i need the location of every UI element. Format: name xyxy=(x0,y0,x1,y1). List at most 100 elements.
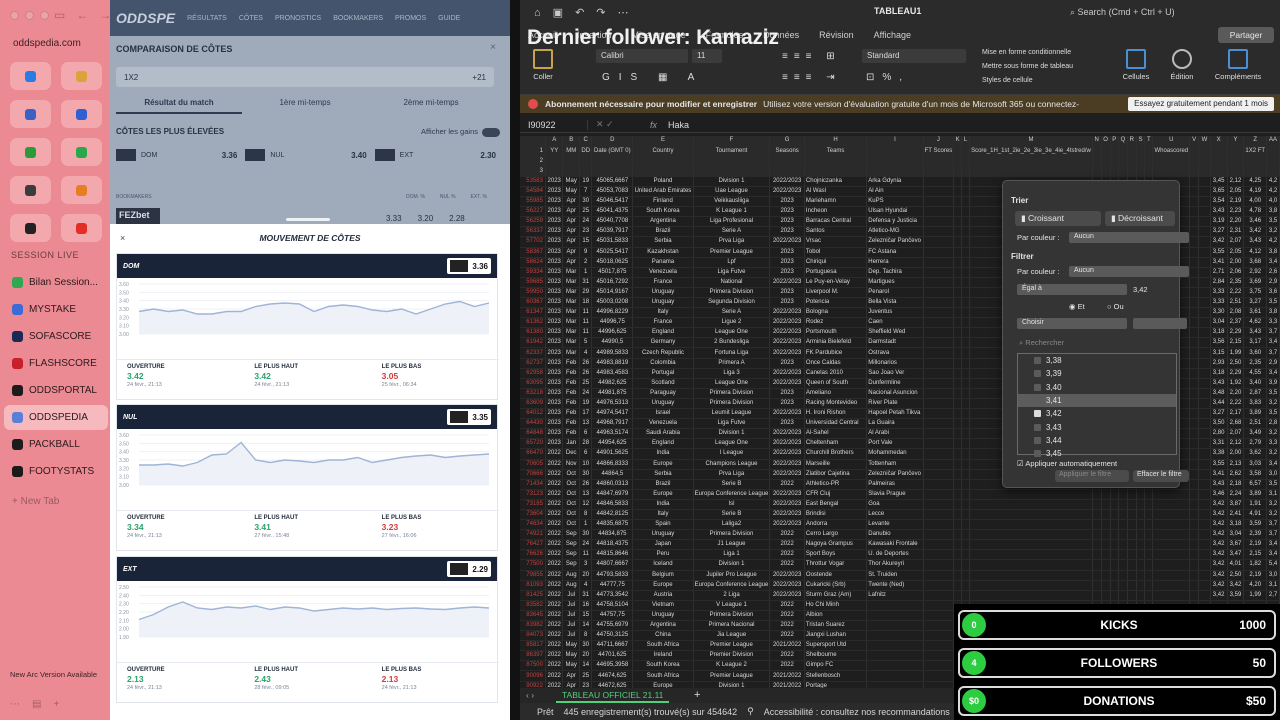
grid-cell[interactable]: 2023 xyxy=(545,226,564,238)
grid-cell[interactable] xyxy=(1198,519,1211,531)
grid-cell[interactable]: Serie B xyxy=(693,509,771,521)
grid-cell[interactable]: 2,06 xyxy=(1227,267,1245,278)
grid-cell[interactable] xyxy=(1198,317,1211,329)
grid-cell[interactable]: 3,58 xyxy=(1243,469,1268,480)
header-cell[interactable] xyxy=(1266,156,1280,167)
grid-cell[interactable]: 2,84 xyxy=(1210,277,1228,288)
grid-cell[interactable]: Germany xyxy=(632,337,694,349)
grid-cell[interactable]: Oct xyxy=(562,469,581,480)
grid-cell[interactable] xyxy=(1144,489,1154,500)
accessibility-icon[interactable]: ⚲ xyxy=(747,706,754,717)
grid-cell[interactable]: 3,83 xyxy=(1243,398,1268,410)
grid-cell[interactable]: 3,43 xyxy=(1210,206,1228,218)
grid-cell[interactable] xyxy=(923,681,955,688)
grid-cell[interactable]: K League 2 xyxy=(693,660,771,672)
grid-cell[interactable]: Jul xyxy=(562,630,581,642)
grid-cell[interactable]: 44974,5417 xyxy=(591,408,634,420)
save-icon[interactable]: ▣ xyxy=(553,6,563,19)
grid-cell[interactable] xyxy=(1092,519,1102,531)
version-notice[interactable]: New Arc Version Available xyxy=(10,670,97,679)
grid-cell[interactable]: Port Vale xyxy=(866,438,924,450)
header-cell[interactable] xyxy=(923,166,955,177)
grid-cell[interactable]: 2022 xyxy=(545,448,564,460)
column-header[interactable]: P xyxy=(1110,136,1120,147)
grid-cell[interactable] xyxy=(961,418,971,430)
grid-cell[interactable] xyxy=(1189,559,1200,571)
grid-cell[interactable]: 2022/2023 xyxy=(769,509,805,521)
row-number[interactable]: 70666 xyxy=(520,469,546,480)
grid-cell[interactable] xyxy=(923,388,955,399)
grid-cell[interactable]: Jul xyxy=(562,590,581,601)
grid-cell[interactable] xyxy=(961,327,971,339)
header-cell[interactable] xyxy=(1152,166,1191,177)
grid-cell[interactable] xyxy=(866,640,924,652)
row-number[interactable]: 73123 xyxy=(520,489,546,500)
grid-cell[interactable]: Iceland xyxy=(632,559,694,571)
grid-cell[interactable] xyxy=(1110,529,1120,541)
grid-cell[interactable] xyxy=(1189,549,1200,561)
checkbox-icon[interactable] xyxy=(1034,436,1041,444)
grid-cell[interactable]: Bella Vista xyxy=(866,297,924,309)
addins-button[interactable]: Compléments xyxy=(1210,49,1266,81)
grid-cell[interactable]: 2023 xyxy=(769,418,805,430)
grid-cell[interactable]: 2023 xyxy=(545,297,564,309)
grid-cell[interactable]: 3,8 xyxy=(1266,247,1280,258)
grid-cell[interactable] xyxy=(961,216,971,228)
grid-cell[interactable]: 2023 xyxy=(545,347,564,359)
grid-cell[interactable]: 44990,5 xyxy=(591,337,634,349)
grid-cell[interactable]: Venezuela xyxy=(632,418,694,430)
grid-cell[interactable]: 2022/2023 xyxy=(769,570,805,581)
grid-cell[interactable]: 44996,75 xyxy=(591,317,634,329)
grid-cell[interactable]: 3,43 xyxy=(1210,479,1228,490)
grid-cell[interactable]: France xyxy=(632,317,694,329)
grid-cell[interactable]: V League 1 xyxy=(693,600,771,611)
grid-cell[interactable]: Universidad Central xyxy=(804,418,868,430)
grid-cell[interactable]: 44963,5174 xyxy=(591,428,634,440)
grid-cell[interactable] xyxy=(1189,378,1200,389)
grid-cell[interactable]: 2022 xyxy=(545,590,564,601)
grid-cell[interactable] xyxy=(961,186,971,198)
grid-cell[interactable]: 2,07 xyxy=(1227,236,1245,248)
grid-cell[interactable] xyxy=(953,236,963,248)
filter-value-item[interactable]: 3,38 xyxy=(1018,354,1176,367)
pinned-tab[interactable] xyxy=(10,138,51,166)
grid-cell[interactable]: Zelezničar Pančevo xyxy=(866,236,924,248)
grid-cell[interactable] xyxy=(866,620,924,632)
grid-cell[interactable]: Europe xyxy=(632,681,694,688)
grid-cell[interactable] xyxy=(1144,529,1154,541)
grid-cell[interactable]: 3,8 xyxy=(1266,206,1280,218)
row-number[interactable]: 57702 xyxy=(520,236,546,248)
grid-cell[interactable]: 3,42 xyxy=(1210,590,1228,601)
grid-cell[interactable] xyxy=(1198,489,1211,500)
grid-cell[interactable]: 2022/2023 xyxy=(769,368,805,379)
grid-cell[interactable]: 2022 xyxy=(545,549,564,561)
grid-cell[interactable]: Apr xyxy=(562,257,581,268)
grid-cell[interactable]: Uruguay xyxy=(632,398,694,410)
grid-cell[interactable]: Athletico-PR xyxy=(804,479,868,490)
grid-cell[interactable] xyxy=(1198,358,1211,369)
grid-cell[interactable]: Sport Boys xyxy=(804,549,868,561)
grid-cell[interactable]: 2,15 xyxy=(1243,549,1268,561)
grid-cell[interactable] xyxy=(961,196,971,208)
grid-cell[interactable] xyxy=(1110,570,1120,581)
grid-cell[interactable]: 1,92 xyxy=(1227,378,1245,389)
grid-cell[interactable]: 2022 xyxy=(769,610,805,622)
grid-cell[interactable]: Mar xyxy=(562,287,581,299)
grid-cell[interactable]: 3,7 xyxy=(1266,347,1280,359)
grid-cell[interactable]: 2,93 xyxy=(1210,358,1228,369)
grid-cell[interactable]: I League xyxy=(693,448,771,460)
header-cell[interactable] xyxy=(1243,156,1268,167)
grid-cell[interactable] xyxy=(969,559,1093,571)
grid-cell[interactable] xyxy=(1092,559,1102,571)
row-number[interactable]: 59685 xyxy=(520,277,546,288)
font-size-select[interactable]: 11 xyxy=(692,49,722,63)
header-cell[interactable] xyxy=(1136,156,1146,167)
sidebar-toggle-icon[interactable]: ▭ xyxy=(54,8,65,22)
grid-cell[interactable]: 44996,8229 xyxy=(591,307,634,319)
grid-cell[interactable] xyxy=(953,489,963,500)
grid-cell[interactable]: 31 xyxy=(579,277,593,288)
sheet-tab[interactable]: TABLEAU OFFICIEL 21.11 xyxy=(556,688,670,703)
grid-cell[interactable]: 4,62 xyxy=(1243,317,1268,329)
grid-cell[interactable]: 3,42 xyxy=(1243,226,1268,238)
grid-cell[interactable]: 1,91 xyxy=(1243,499,1268,510)
